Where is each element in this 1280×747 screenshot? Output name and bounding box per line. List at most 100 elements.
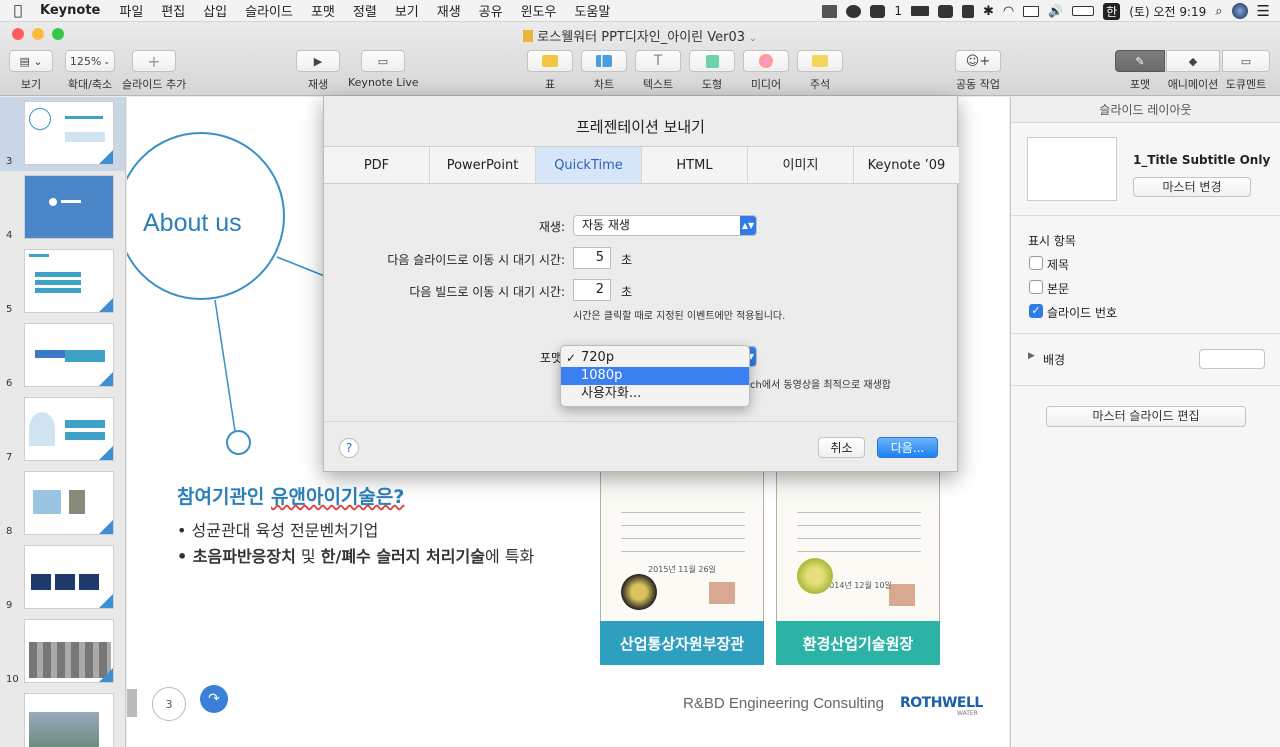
slide-delay-input[interactable]: 5 — [573, 247, 611, 269]
collaborate-icon: ☺+ — [955, 50, 1001, 72]
apple-menu-icon[interactable]:  — [0, 3, 36, 19]
cancel-button[interactable]: 취소 — [818, 437, 865, 458]
toolbar-zoom[interactable]: 125% ⌄ 확대/축소 — [64, 50, 116, 92]
menu-view[interactable]: 보기 — [386, 1, 428, 20]
airplay-icon[interactable] — [1023, 5, 1040, 17]
slide-thumb[interactable]: 5 — [0, 245, 125, 319]
slide-thumb[interactable]: 9 — [0, 541, 125, 615]
menu-window[interactable]: 윈도우 — [512, 1, 566, 20]
document-icon — [523, 30, 534, 42]
messages-icon[interactable] — [846, 4, 862, 18]
notification-count: 1 — [894, 4, 902, 18]
wifi-icon[interactable]: ◠ — [1003, 4, 1014, 19]
toolbar-add-slide[interactable]: + 슬라이드 추가 — [122, 50, 186, 92]
bluetooth-icon[interactable]: ✱ — [983, 4, 994, 19]
menu-edit[interactable]: 편집 — [152, 1, 194, 20]
bullet-1[interactable]: • 성균관대 육성 전문벤처기업 — [177, 517, 378, 541]
tab-quicktime[interactable]: QuickTime — [536, 147, 642, 183]
slide-thumb[interactable]: 4 — [0, 171, 125, 245]
toolbar-collaborate[interactable]: ☺+ 공동 작업 — [952, 50, 1004, 92]
menu-file[interactable]: 파일 — [110, 1, 152, 20]
slide-thumb[interactable]: 10 — [0, 615, 125, 689]
edit-master-slide-button[interactable]: 마스터 슬라이드 편집 — [1046, 406, 1246, 427]
title-checkbox[interactable] — [1029, 256, 1043, 270]
body-checkbox-label[interactable]: 본문 — [1047, 280, 1069, 297]
evernote-icon[interactable] — [961, 4, 974, 18]
toolbar-view[interactable]: ▤ ⌄ 보기 — [8, 50, 54, 92]
slide-number-checkbox-label[interactable]: 슬라이드 번호 — [1047, 304, 1117, 321]
gdrive-icon[interactable] — [910, 6, 929, 16]
toolbar-comment[interactable]: 주석 — [797, 50, 843, 92]
footer-text[interactable]: R&BD Engineering Consulting — [683, 695, 884, 712]
body-checkbox[interactable] — [1029, 280, 1043, 294]
notification-icon[interactable] — [870, 4, 886, 18]
tab-powerpoint[interactable]: PowerPoint — [430, 147, 536, 183]
format-option-720p[interactable]: ✓ 720p — [561, 349, 749, 367]
input-source-indicator[interactable]: 한 — [1103, 2, 1121, 20]
format-option-custom[interactable]: 사용자화... — [561, 385, 749, 403]
toolbar-document[interactable]: ▭ 도큐멘트 — [1221, 50, 1271, 92]
slide-number: 3 — [6, 156, 13, 167]
format-option-1080p[interactable]: 1080p — [561, 367, 749, 385]
slide-heading[interactable]: 참여기관인 유앤아이기술은? — [177, 482, 404, 509]
next-button[interactable]: 다음... — [877, 437, 938, 458]
toolbar-play[interactable]: ▶ 재생 — [296, 50, 340, 92]
menu-help[interactable]: 도움말 — [565, 1, 619, 20]
clock[interactable]: (토) 오전 9:19 — [1129, 3, 1206, 20]
toolbar-chart[interactable]: 차트 — [581, 50, 627, 92]
document-title[interactable]: 로스웰워터 PPT디자인_아이린 Ver03 ⌄ — [0, 26, 1280, 45]
menu-arrange[interactable]: 정렬 — [344, 1, 386, 20]
slide-thumb[interactable]: 7 — [0, 393, 125, 467]
company-logo[interactable]: ROTHWELL — [900, 695, 983, 711]
menu-share[interactable]: 공유 — [470, 1, 512, 20]
slide-number: 4 — [6, 230, 13, 241]
share-arrow-icon[interactable]: ↷ — [200, 685, 228, 713]
title-checkbox-label[interactable]: 제목 — [1047, 256, 1069, 273]
change-master-button[interactable]: 마스터 변경 — [1133, 177, 1251, 197]
tab-images[interactable]: 이미지 — [748, 147, 854, 183]
toolbar-animate[interactable]: ◆ 애니메이션 — [1165, 50, 1221, 92]
slide-thumb[interactable]: 6 — [0, 319, 125, 393]
tab-html[interactable]: HTML — [642, 147, 748, 183]
menu-slide[interactable]: 슬라이드 — [236, 1, 302, 20]
menu-format[interactable]: 포맷 — [302, 1, 344, 20]
toolbar-text[interactable]: T 텍스트 — [635, 50, 681, 92]
toolbar-keynote-live[interactable]: ▭ Keynote Live — [348, 50, 419, 89]
certificate-1-label[interactable]: 산업통상자원부장관 — [600, 621, 764, 665]
toolbar-comment-label: 주석 — [809, 78, 831, 91]
toolbar-format[interactable]: ✎ 포맷 — [1115, 50, 1165, 92]
playback-select[interactable]: 자동 재생 ▲▼ — [573, 215, 757, 236]
about-us-title[interactable]: About us — [143, 209, 242, 238]
google-drive-icon[interactable] — [937, 4, 953, 18]
tab-pdf[interactable]: PDF — [324, 147, 430, 183]
shape-icon — [705, 54, 719, 68]
nav-left-icon[interactable] — [127, 689, 137, 717]
help-button[interactable]: ? — [339, 438, 359, 458]
slide-navigator[interactable]: 3 4 5 6 7 8 9 10 — [0, 97, 126, 747]
menu-app-keynote[interactable]: Keynote — [36, 3, 110, 18]
toolbar-shape[interactable]: 도형 — [689, 50, 735, 92]
toolbar-table[interactable]: 표 — [527, 50, 573, 92]
siri-icon[interactable] — [1231, 3, 1248, 19]
background-disclosure-icon[interactable]: ▶ — [1028, 351, 1035, 361]
build-delay-input[interactable]: 2 — [573, 279, 611, 301]
battery-icon[interactable] — [1072, 6, 1095, 16]
slide-thumb[interactable]: 8 — [0, 467, 125, 541]
document-icon-button: ▭ — [1222, 50, 1270, 72]
master-thumbnail[interactable] — [1027, 137, 1117, 201]
certificate-2-label[interactable]: 환경산업기술원장 — [776, 621, 940, 665]
tab-keynote09[interactable]: Keynote ’09 — [854, 147, 959, 183]
spotlight-icon[interactable]: ⌕ — [1215, 4, 1222, 19]
background-color-well[interactable] — [1199, 349, 1265, 369]
menu-insert[interactable]: 삽입 — [194, 1, 236, 20]
notification-center-icon[interactable]: ☰ — [1257, 2, 1270, 20]
volume-icon[interactable]: 🔊 — [1048, 4, 1063, 18]
slide-number-checkbox[interactable]: ✓ — [1029, 304, 1043, 318]
menu-play[interactable]: 재생 — [428, 1, 470, 20]
slide-thumb[interactable] — [0, 689, 125, 747]
certificate-1-text — [621, 506, 745, 562]
dropbox-icon[interactable] — [822, 4, 838, 18]
bullet-2[interactable]: • 초음파반응장치 및 한/폐수 슬러지 처리기술에 특화 — [177, 543, 534, 567]
slide-thumb[interactable]: 3 — [0, 97, 125, 171]
toolbar-media[interactable]: 미디어 — [743, 50, 789, 92]
